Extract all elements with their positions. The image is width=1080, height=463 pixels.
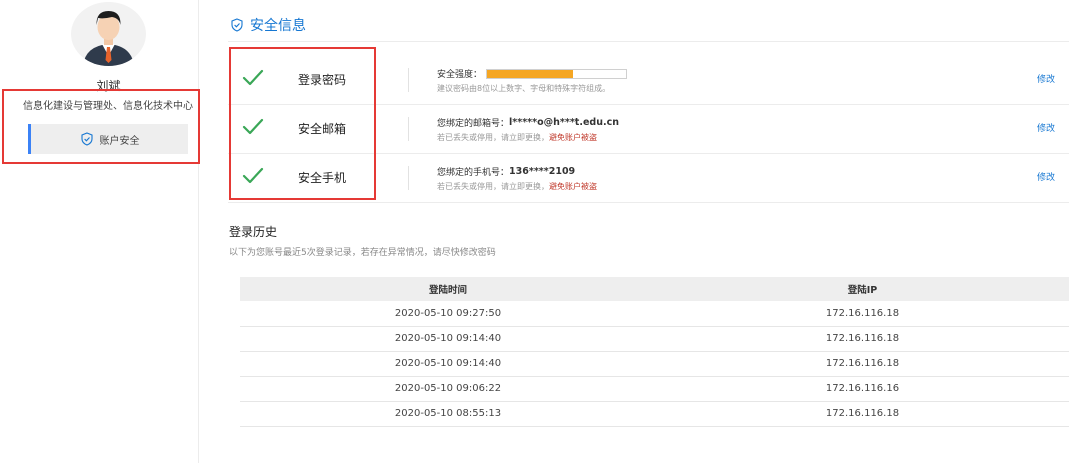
security-row-password: 登录密码 安全强度： 建议密码由8位以上数字、字母和特殊字符组成。 修改 [228,56,1069,105]
warning-text: 避免账户被盗 [549,182,597,191]
table-row: 2020-05-10 09:14:40 172.16.116.18 [240,351,1069,377]
hint-text: 若已丢失或停用，请立即更换， [437,182,549,191]
password-strength-fill [487,69,574,78]
email-line: 您绑定的邮箱号： l*****o@h***t.edu.cn [437,116,619,129]
user-avatar-icon [76,2,141,66]
check-icon [242,118,264,135]
strength-label: 安全强度： [437,70,483,80]
column-header-ip: 登陆IP [656,277,1069,301]
check-icon [242,69,264,86]
edit-password-link[interactable]: 修改 [1037,72,1055,85]
row-label: 安全手机 [298,171,347,185]
hint-text: 若已丢失或停用，请立即更换， [437,133,549,142]
login-ip: 172.16.116.18 [656,351,1069,377]
edit-phone-link[interactable]: 修改 [1037,170,1055,183]
login-ip: 172.16.116.18 [656,301,1069,327]
sidebar-item-account-security[interactable]: 账户安全 [28,124,188,154]
avatar [71,2,146,66]
warning-text: 避免账户被盗 [549,133,597,142]
password-hint: 建议密码由8位以上数字、字母和特殊字符组成。 [437,84,611,93]
login-ip: 172.16.116.18 [656,401,1069,427]
history-title: 登录历史 [229,225,278,239]
sidebar-item-label: 账户安全 [99,135,140,147]
row-label: 安全邮箱 [298,122,347,136]
security-row-phone: 安全手机 您绑定的手机号： 136****2109 若已丢失或停用，请立即更换，… [228,154,1069,203]
divider [408,166,409,190]
table-row: 2020-05-10 09:06:22 172.16.116.16 [240,376,1069,402]
login-time: 2020-05-10 09:14:40 [240,326,656,352]
password-strength-bar [486,68,628,79]
shield-check-icon [230,17,244,32]
login-history-table: 登陆时间 登陆IP 2020-05-10 09:27:50 172.16.116… [240,277,1069,427]
password-strength-line: 安全强度： [437,67,628,80]
table-row: 2020-05-10 09:27:50 172.16.116.18 [240,301,1069,327]
table-row: 2020-05-10 09:14:40 172.16.116.18 [240,326,1069,352]
phone-hint: 若已丢失或停用，请立即更换，避免账户被盗 [437,181,597,192]
email-prefix: 您绑定的邮箱号： [437,119,510,129]
row-label: 登录密码 [298,73,347,87]
table-row: 2020-05-10 08:55:13 172.16.116.18 [240,401,1069,427]
phone-prefix: 您绑定的手机号： [437,168,510,178]
login-time: 2020-05-10 09:06:22 [240,376,656,402]
table-header-row: 登陆时间 登陆IP [240,277,1069,301]
sidebar: 刘斌 信息化建设与管理处、信息化技术中心 账户安全 [18,0,199,463]
login-time: 2020-05-10 09:27:50 [240,301,656,327]
user-department: 信息化建设与管理处、信息化技术中心 [23,101,193,112]
history-description: 以下为您账号最近5次登录记录，若存在异常情况，请尽快修改密码 [229,248,496,258]
security-row-email: 安全邮箱 您绑定的邮箱号： l*****o@h***t.edu.cn 若已丢失或… [228,105,1069,154]
edit-email-link[interactable]: 修改 [1037,121,1055,134]
divider [408,68,409,92]
shield-check-icon [80,132,94,146]
email-hint: 若已丢失或停用，请立即更换，避免账户被盗 [437,132,597,143]
section-title: 安全信息 [250,17,306,34]
divider [408,117,409,141]
phone-line: 您绑定的手机号： 136****2109 [437,165,575,178]
login-ip: 172.16.116.16 [656,376,1069,402]
login-time: 2020-05-10 08:55:13 [240,401,656,427]
login-time: 2020-05-10 09:14:40 [240,351,656,377]
check-icon [242,167,264,184]
user-name: 刘斌 [96,79,121,93]
security-section-header: 安全信息 [228,12,1069,42]
login-ip: 172.16.116.18 [656,326,1069,352]
column-header-time: 登陆时间 [240,277,656,301]
bound-email: l*****o@h***t.edu.cn [509,117,619,128]
bound-phone: 136****2109 [509,166,576,177]
